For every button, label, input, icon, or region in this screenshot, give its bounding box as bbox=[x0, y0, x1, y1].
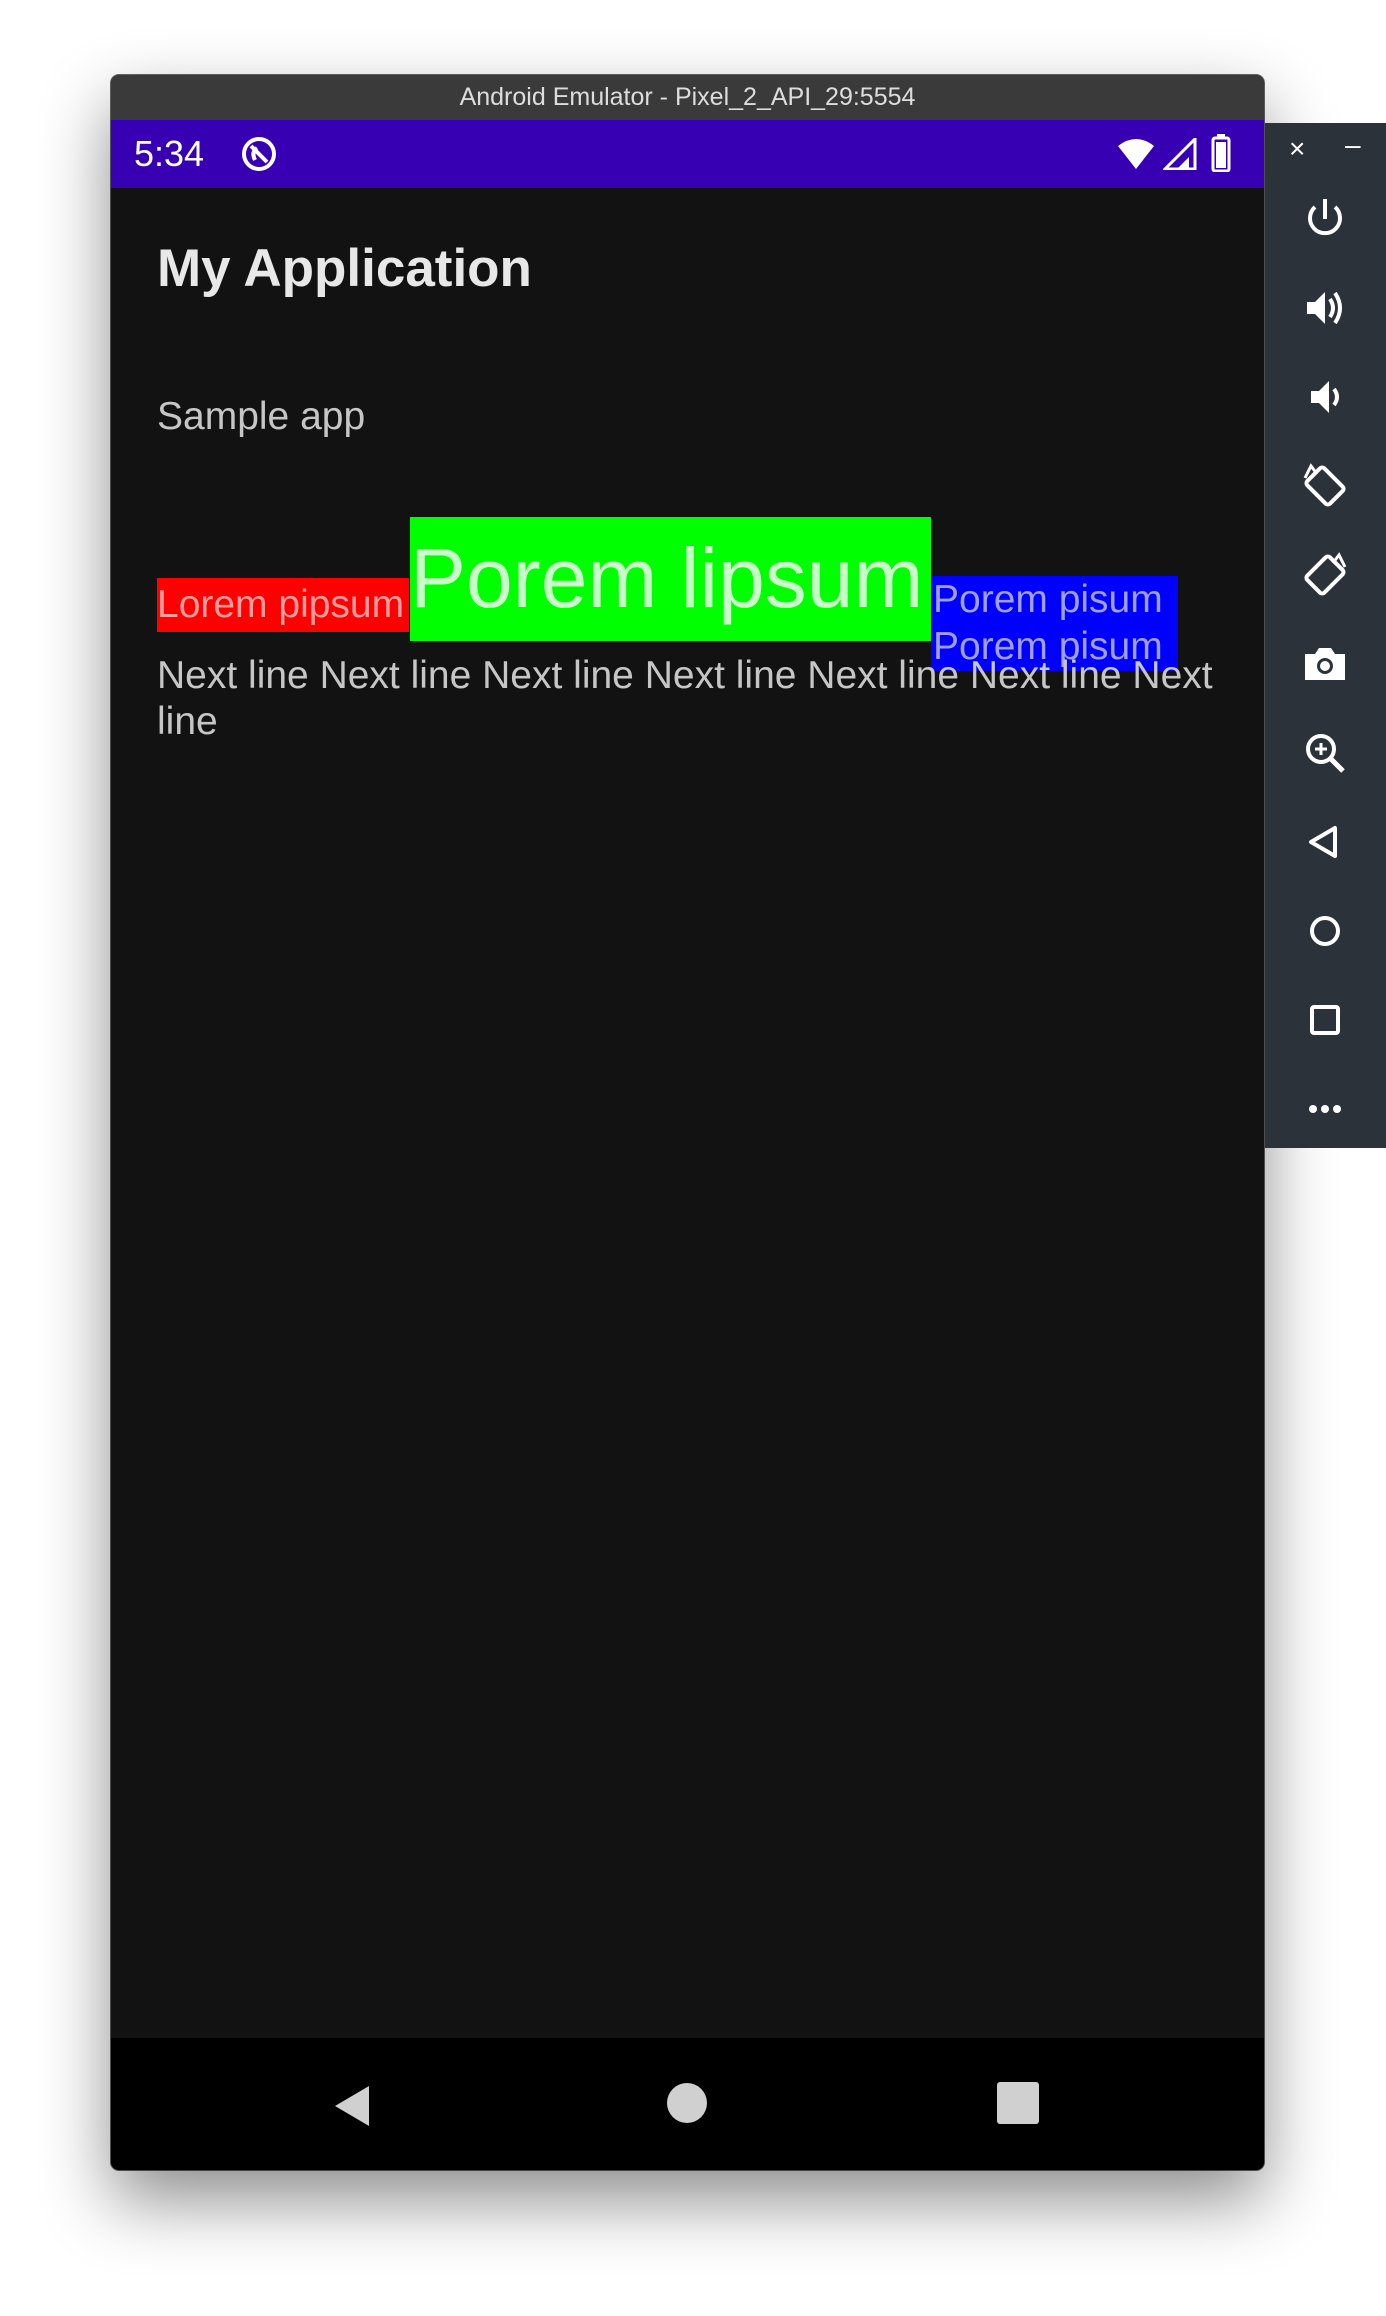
home-icon[interactable] bbox=[1299, 905, 1351, 957]
volume-down-icon[interactable] bbox=[1299, 371, 1351, 423]
toolbar-close-button[interactable]: × bbox=[1289, 133, 1305, 165]
nav-home-icon[interactable] bbox=[666, 2082, 708, 2124]
battery-icon bbox=[1211, 134, 1231, 173]
toolbar-minimize-button[interactable]: – bbox=[1345, 129, 1361, 161]
nav-back-icon[interactable] bbox=[329, 2082, 377, 2130]
signal-icon bbox=[1161, 135, 1197, 171]
camera-icon[interactable] bbox=[1299, 638, 1351, 690]
volume-up-icon[interactable] bbox=[1299, 282, 1351, 334]
emulator-window: Android Emulator - Pixel_2_API_29:5554 5… bbox=[111, 75, 1264, 2170]
app-content: My Application Sample app Lorem pipsum P… bbox=[111, 188, 1264, 2038]
navigation-bar bbox=[111, 2038, 1264, 2170]
status-bar: 5:34 bbox=[111, 120, 1264, 188]
overview-icon[interactable] bbox=[1299, 994, 1351, 1046]
window-title-bar: Android Emulator - Pixel_2_API_29:5554 bbox=[111, 75, 1264, 121]
more-icon[interactable] bbox=[1299, 1083, 1351, 1135]
wifi-icon bbox=[1117, 138, 1155, 170]
rotate-right-icon[interactable] bbox=[1299, 549, 1351, 601]
rotate-left-icon[interactable] bbox=[1299, 460, 1351, 512]
back-icon[interactable] bbox=[1299, 816, 1351, 868]
app-notification-icon bbox=[241, 136, 277, 172]
power-icon[interactable] bbox=[1299, 193, 1351, 245]
zoom-icon[interactable] bbox=[1299, 727, 1351, 779]
emulator-side-toolbar: × – bbox=[1265, 123, 1386, 1148]
green-span-text: Porem lipsum bbox=[410, 517, 931, 641]
next-line-text: Next line Next line Next line Next line … bbox=[157, 654, 1213, 743]
red-span-text: Lorem pipsum bbox=[157, 578, 409, 632]
nav-recents-icon[interactable] bbox=[997, 2082, 1039, 2124]
app-bar-title: My Application bbox=[157, 239, 532, 298]
status-clock: 5:34 bbox=[134, 133, 205, 174]
sample-text: Sample app bbox=[157, 395, 366, 438]
